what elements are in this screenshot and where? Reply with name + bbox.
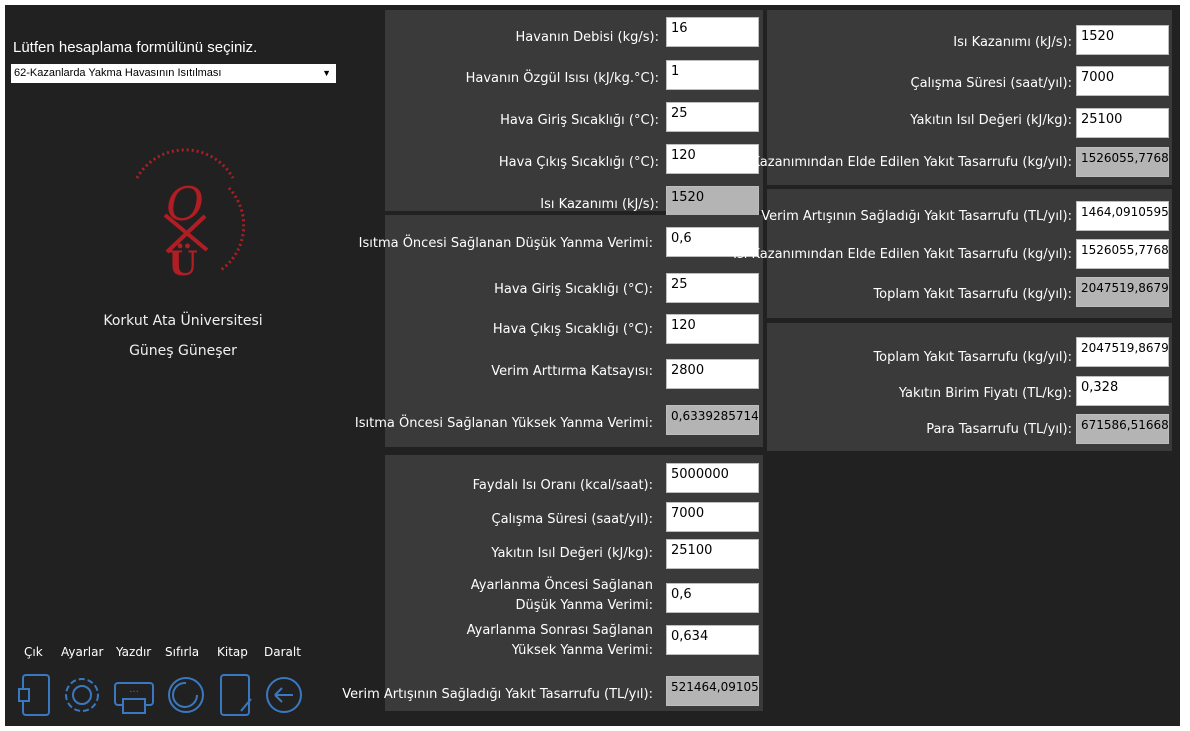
- panel-total-savings: Verim Artışının Sağladığı Yakıt Tasarruf…: [733, 189, 1172, 318]
- fuel-price-input[interactable]: 0,328: [1076, 376, 1169, 406]
- svg-text:Ü: Ü: [168, 243, 198, 284]
- panel-heat-gain: Havanın Debisi (kg/s): 16 Havanın Özgül …: [385, 10, 763, 216]
- savings-low-eff-label-2: Düşük Yanma Verimi:: [515, 598, 653, 613]
- savings-high-eff-input[interactable]: 0,634: [666, 625, 759, 655]
- author-name: Güneş Güneşer: [129, 343, 237, 359]
- savings-calorific-input[interactable]: 25100: [666, 539, 759, 569]
- university-logo: O Ü: [135, 148, 245, 284]
- fuel-hours-label: Çalışma Süresi (saat/yıl):: [910, 76, 1073, 91]
- toolbar-label-print: Yazdır: [116, 645, 152, 659]
- savings-hours-label: Çalışma Süresi (saat/yıl):: [491, 512, 654, 527]
- money-saving-label: Para Tasarrufu (TL/yıl):: [926, 422, 1072, 437]
- useful-heat-input[interactable]: 5000000: [666, 463, 759, 493]
- efficiency-factor-input[interactable]: 2800: [666, 359, 759, 389]
- sidebar: Lütfen hesaplama formülünü seçiniz. 62-K…: [5, 5, 385, 726]
- savings-high-eff-label-2: Yüksek Yanma Verimi:: [511, 643, 653, 658]
- panel-efficiency: Isıtma Öncesi Sağlanan Düşük Yanma Verim…: [355, 215, 763, 447]
- eff-outlet-temp-input[interactable]: 120: [666, 314, 759, 344]
- savings-result-label: Verim Artışının Sağladığı Yakıt Tasarruf…: [342, 687, 653, 702]
- heat-gain-output: 1520: [666, 186, 759, 216]
- savings-low-eff-label-1: Ayarlanma Öncesi Sağlanan: [470, 578, 653, 593]
- fuel-result-label: Isı Kazanımından Elde Edilen Yakıt Tasar…: [733, 155, 1072, 170]
- toolbar-label-collapse: Daralt: [264, 645, 301, 659]
- money-saving-output: 671586,5166882: [1076, 414, 1169, 444]
- book-icon[interactable]: [211, 665, 261, 721]
- high-efficiency-output: 0,633928571428: [666, 405, 759, 435]
- reset-icon[interactable]: [161, 665, 211, 721]
- high-efficiency-label: Isıtma Öncesi Sağlanan Yüksek Yanma Veri…: [354, 416, 653, 431]
- total-fuel-label: Toplam Yakıt Tasarrufu (kg/yıl):: [873, 287, 1072, 302]
- eff-inlet-temp-label: Hava Giriş Sıcaklığı (°C):: [494, 282, 653, 297]
- formula-select[interactable]: 62-Kazanlarda Yakma Havasının Isıtılması…: [11, 64, 336, 83]
- panel-money-savings: Toplam Yakıt Tasarrufu (kg/yıl): 2047519…: [767, 323, 1172, 451]
- specific-heat-label: Havanın Özgül Isısı (kJ/kg.°C):: [465, 71, 659, 86]
- printer-icon[interactable]: ···: [109, 665, 159, 721]
- savings-result-output: 521464,0910595: [666, 676, 759, 706]
- total-eff-saving-input[interactable]: 1464,091059527: [1076, 201, 1169, 231]
- savings-calorific-label: Yakıtın Isıl Değeri (kJ/kg):: [491, 546, 653, 561]
- gear-icon[interactable]: [57, 665, 107, 721]
- collapse-icon[interactable]: [259, 665, 309, 721]
- fuel-heat-gain-label: Isı Kazanımı (kJ/s):: [953, 35, 1072, 50]
- fuel-calorific-label: Yakıtın Isıl Değeri (kJ/kg):: [910, 113, 1072, 128]
- total-heat-saving-input[interactable]: 1526055,776892: [1076, 239, 1169, 269]
- low-efficiency-label: Isıtma Öncesi Sağlanan Düşük Yanma Verim…: [358, 236, 653, 251]
- money-total-fuel-label: Toplam Yakıt Tasarrufu (kg/yıl):: [873, 350, 1072, 365]
- useful-heat-label: Faydalı Isı Oranı (kcal/saat):: [472, 478, 653, 493]
- air-flow-label: Havanın Debisi (kg/s):: [515, 30, 659, 45]
- efficiency-factor-label: Verim Arttırma Katsayısı:: [491, 364, 653, 379]
- fuel-heat-gain-input[interactable]: 1520: [1076, 25, 1169, 55]
- toolbar-label-exit: Çık: [24, 645, 43, 659]
- toolbar: ···: [5, 665, 385, 725]
- fuel-result-output: 1526055,776892: [1076, 147, 1169, 177]
- formula-select-value: 62-Kazanlarda Yakma Havasının Isıtılması: [14, 67, 222, 79]
- heat-gain-label: Isı Kazanımı (kJ/s):: [540, 197, 659, 212]
- total-fuel-output: 2047519,867951: [1076, 277, 1169, 307]
- inlet-temp-label: Hava Giriş Sıcaklığı (°C):: [500, 113, 659, 128]
- total-eff-saving-label: Verim Artışının Sağladığı Yakıt Tasarruf…: [761, 209, 1072, 224]
- fuel-calorific-input[interactable]: 25100: [1076, 108, 1169, 138]
- toolbar-label-settings: Ayarlar: [61, 645, 104, 659]
- savings-hours-input[interactable]: 7000: [666, 502, 759, 532]
- eff-inlet-temp-input[interactable]: 25: [666, 273, 759, 303]
- specific-heat-input[interactable]: 1: [666, 60, 759, 90]
- author-organization: Korkut Ata Üniversitesi: [103, 313, 263, 329]
- air-flow-input[interactable]: 16: [666, 17, 759, 47]
- app-window: Lütfen hesaplama formülünü seçiniz. 62-K…: [5, 5, 1180, 726]
- total-heat-saving-label: Isı Kazanımından Elde Edilen Yakıt Tasar…: [733, 247, 1072, 262]
- eff-outlet-temp-label: Hava Çıkış Sıcaklığı (°C):: [492, 322, 653, 337]
- exit-icon[interactable]: [13, 665, 63, 721]
- chevron-down-icon[interactable]: ▼: [322, 64, 331, 83]
- toolbar-label-reset: Sıfırla: [165, 645, 200, 659]
- fuel-price-label: Yakıtın Birim Fiyatı (TL/kg):: [898, 386, 1072, 401]
- savings-low-eff-input[interactable]: 0,6: [666, 583, 759, 613]
- svg-text:···: ···: [129, 687, 139, 698]
- toolbar-labels: Çık Ayarlar Yazdır Sıfırla Kitap Daralt: [5, 645, 385, 665]
- panel-heat-fuel-savings: Isı Kazanımı (kJ/s): 1520 Çalışma Süresi…: [733, 10, 1172, 185]
- formula-prompt: Lütfen hesaplama formülünü seçiniz.: [13, 39, 258, 56]
- toolbar-label-book: Kitap: [217, 645, 248, 659]
- inlet-temp-input[interactable]: 25: [666, 102, 759, 132]
- money-total-fuel-input[interactable]: 2047519,867951: [1076, 337, 1169, 367]
- savings-high-eff-label-1: Ayarlanma Sonrası Sağlanan: [466, 623, 653, 638]
- panel-efficiency-savings: Faydalı Isı Oranı (kcal/saat): 5000000 Ç…: [342, 455, 763, 711]
- fuel-hours-input[interactable]: 7000: [1076, 66, 1169, 96]
- outlet-temp-label: Hava Çıkış Sıcaklığı (°C):: [498, 155, 659, 170]
